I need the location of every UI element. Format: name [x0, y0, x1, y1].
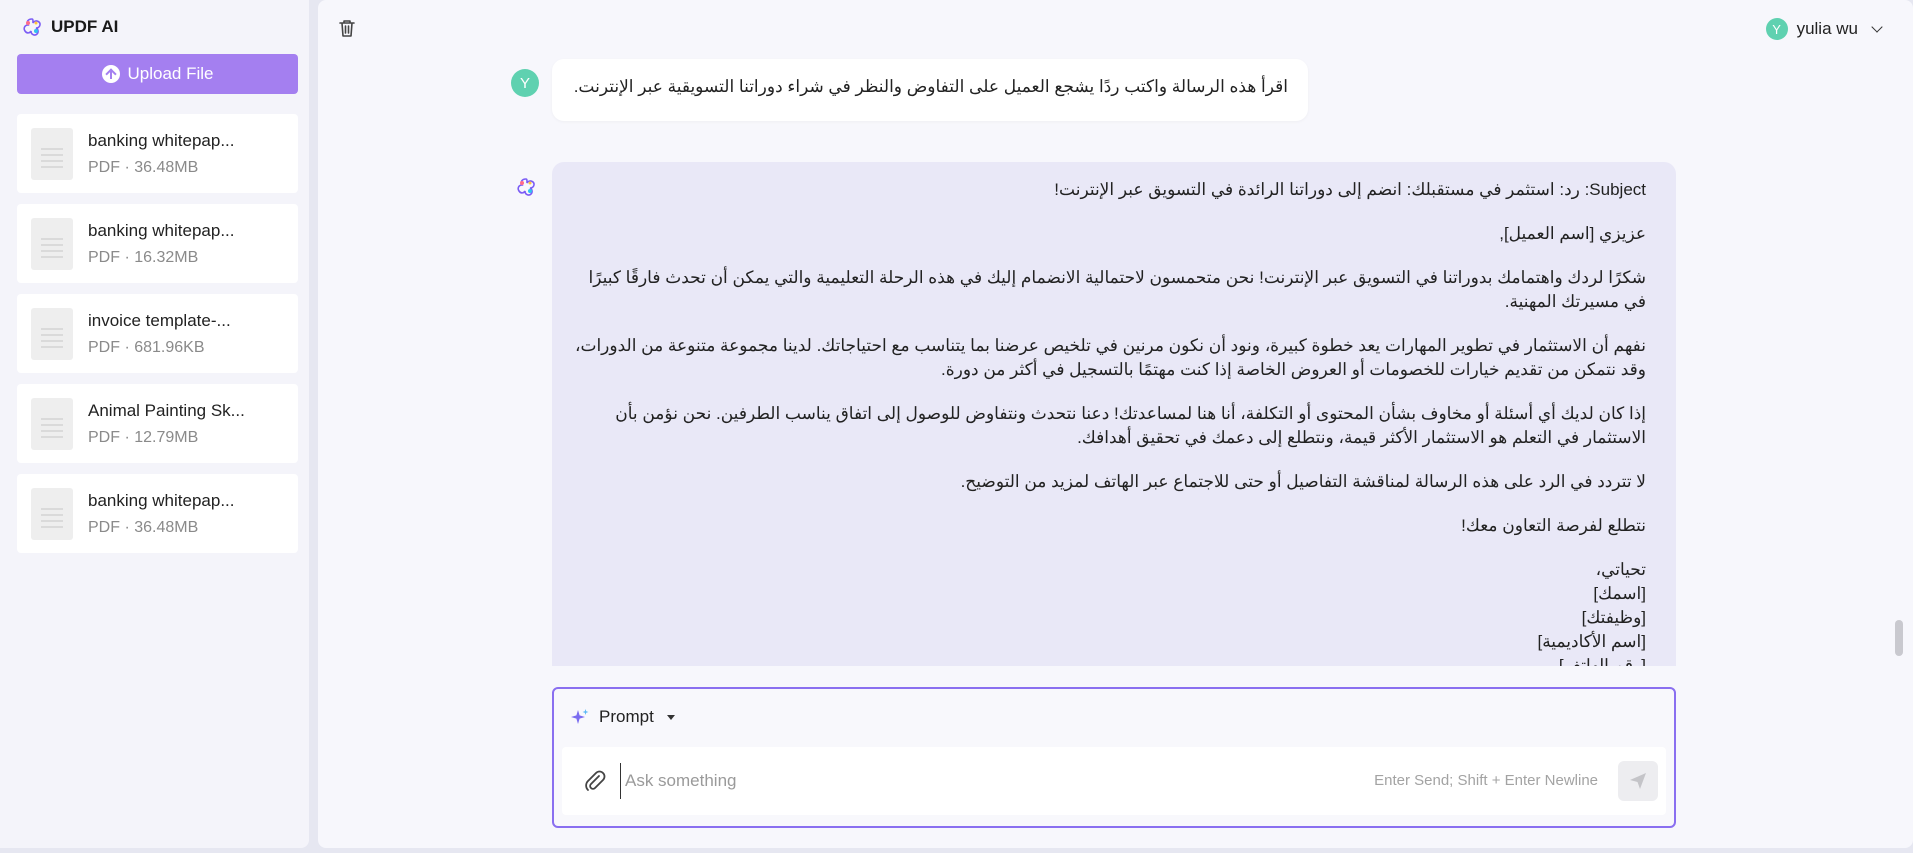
user-name: yulia wu — [1796, 19, 1858, 38]
pdf-file-icon — [31, 127, 73, 180]
signature-line: [اسمك] — [1593, 584, 1646, 603]
send-button[interactable] — [1618, 761, 1658, 801]
user-message-avatar: Y — [511, 69, 539, 97]
prompt-label: Prompt — [599, 707, 654, 726]
file-card[interactable]: invoice template-... PDF · 681.96KB — [17, 294, 298, 373]
file-name: invoice template-... — [88, 310, 231, 330]
send-icon — [1630, 773, 1646, 789]
paperclip-icon[interactable] — [582, 768, 608, 794]
ai-paragraph: نتطلع لفرصة التعاون معك! — [1461, 516, 1646, 535]
file-meta: PDF · 36.48MB — [88, 158, 199, 176]
file-meta: PDF · 36.48MB — [88, 518, 199, 536]
file-info: banking whitepap... PDF · 16.32MB — [88, 221, 235, 267]
message-list: Y اقرأ هذه الرسالة واكتب ردًا يشجع العمي… — [318, 44, 1913, 666]
input-area: Enter Send; Shift + Enter Newline — [562, 747, 1666, 815]
signature-line: تحياتي، — [1595, 560, 1646, 579]
trash-icon[interactable] — [338, 18, 356, 38]
file-name: Animal Painting Sk... — [88, 400, 245, 420]
file-meta: PDF · 16.32MB — [88, 248, 199, 266]
file-name: banking whitepap... — [88, 130, 235, 150]
user-message: اقرأ هذه الرسالة واكتب ردًا يشجع العميل … — [552, 59, 1308, 121]
file-name: banking whitepap... — [88, 220, 235, 240]
signature-line: [اسم الأكاديمية] — [1537, 632, 1646, 651]
file-card[interactable]: Animal Painting Sk... PDF · 12.79MB — [17, 384, 298, 463]
file-list: banking whitepap... PDF · 36.48MB bankin… — [17, 114, 298, 564]
ask-input[interactable] — [620, 763, 1180, 799]
file-meta: PDF · 681.96KB — [88, 338, 205, 356]
signature-line: [رقم الهاتف] — [1558, 656, 1646, 666]
avatar: Y — [1765, 18, 1788, 40]
chevron-down-icon — [1871, 20, 1883, 33]
pdf-file-icon — [31, 217, 73, 270]
ai-paragraph: Subject: رد: استثمر في مستقبلك: انضم إلى… — [1054, 180, 1646, 199]
file-info: invoice template-... PDF · 681.96KB — [88, 311, 231, 357]
file-card[interactable]: banking whitepap... PDF · 36.48MB — [17, 114, 298, 193]
upload-icon — [101, 65, 120, 83]
file-info: banking whitepap... PDF · 36.48MB — [88, 491, 235, 537]
signature-line: [وظيفتك] — [1581, 608, 1646, 627]
composer: Prompt Enter Send; Shift + Enter Newline — [552, 687, 1676, 828]
ai-response: Subject: رد: استثمر في مستقبلك: انضم إلى… — [552, 162, 1676, 666]
upload-file-button[interactable]: Upload File — [17, 54, 298, 94]
file-name: banking whitepap... — [88, 490, 235, 510]
pdf-file-icon — [31, 307, 73, 360]
ai-paragraph: شكرًا لردك واهتمامك بدوراتنا في التسويق … — [588, 268, 1646, 311]
prompt-selector[interactable]: Prompt — [570, 707, 675, 727]
updf-logo-icon — [23, 18, 41, 36]
ai-paragraph: نفهم أن الاستثمار في تطوير المهارات يعد … — [574, 336, 1646, 379]
sparkle-icon — [571, 709, 589, 724]
user-menu[interactable]: Y yulia wu — [1765, 18, 1883, 40]
send-hint: Enter Send; Shift + Enter Newline — [1374, 772, 1598, 789]
brand: UPDF AI — [22, 17, 118, 37]
pdf-file-icon — [31, 487, 73, 540]
ai-signature: تحياتي، [اسمك] [وظيفتك] [اسم الأكاديمية]… — [572, 558, 1646, 666]
brand-name: UPDF AI — [51, 17, 119, 36]
file-info: banking whitepap... PDF · 36.48MB — [88, 131, 235, 177]
sidebar: UPDF AI Upload File banking whitepap... … — [0, 0, 309, 848]
ai-paragraph: إذا كان لديك أي أسئلة أو مخاوف بشأن المح… — [615, 404, 1646, 447]
chat-scrollbar[interactable] — [1895, 620, 1903, 656]
chat-panel: Y yulia wu Y اقرأ هذه الرسالة واكتب ردًا… — [318, 0, 1913, 848]
ai-paragraph: لا تتردد في الرد على هذه الرسالة لمناقشة… — [960, 472, 1646, 491]
upload-file-label: Upload File — [127, 64, 214, 83]
updf-ai-avatar-icon — [517, 178, 535, 196]
file-meta: PDF · 12.79MB — [88, 428, 199, 446]
file-card[interactable]: banking whitepap... PDF · 36.48MB — [17, 474, 298, 553]
file-info: Animal Painting Sk... PDF · 12.79MB — [88, 401, 245, 447]
file-card[interactable]: banking whitepap... PDF · 16.32MB — [17, 204, 298, 283]
ai-paragraph: عزيزي [اسم العميل], — [1499, 224, 1646, 243]
caret-down-icon — [666, 714, 675, 720]
pdf-file-icon — [31, 397, 73, 450]
